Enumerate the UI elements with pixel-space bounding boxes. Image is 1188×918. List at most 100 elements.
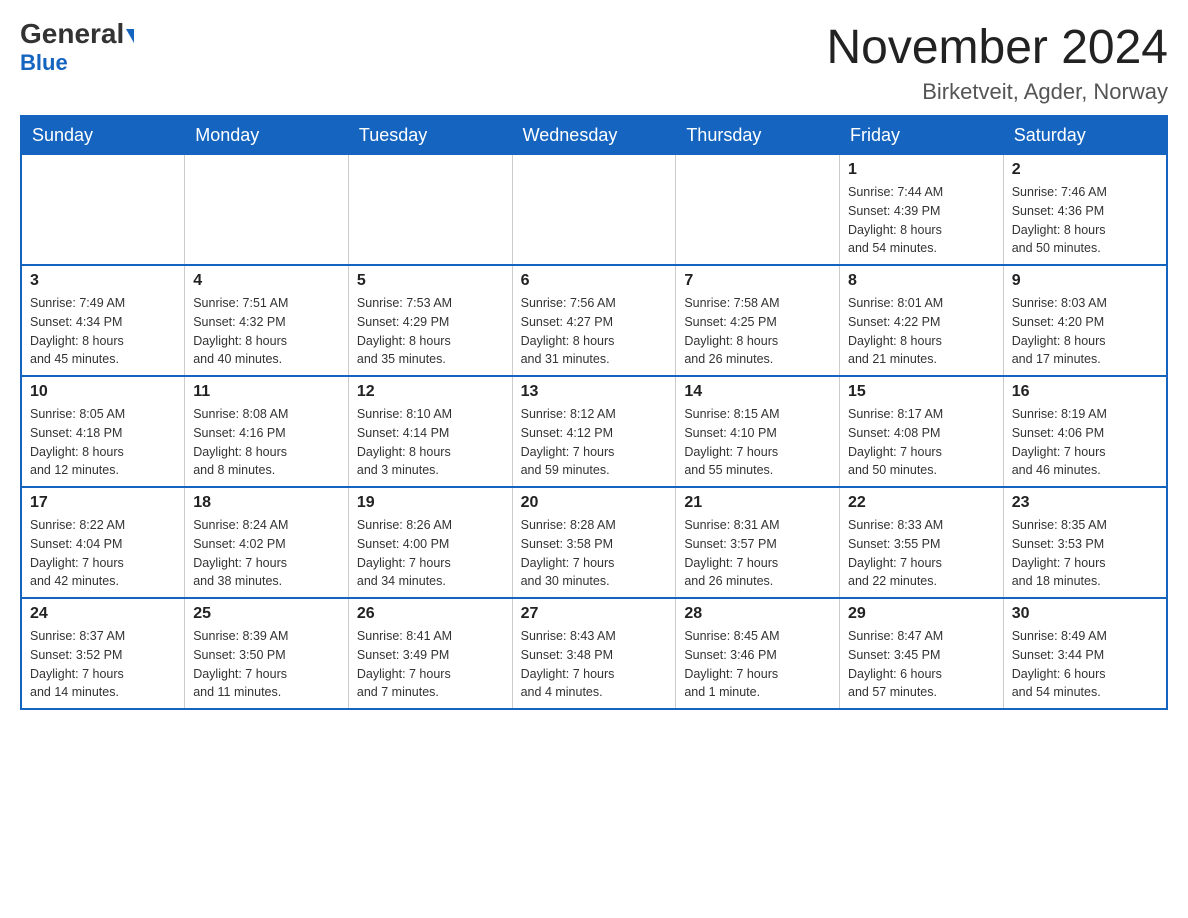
calendar-cell: 11 Sunrise: 8:08 AM Sunset: 4:16 PM Dayli… (185, 376, 349, 487)
day-number: 1 (848, 161, 995, 179)
day-info: Sunrise: 8:01 AM Sunset: 4:22 PM Dayligh… (848, 294, 995, 369)
calendar-cell: 28Sunrise: 8:45 AM Sunset: 3:46 PM Dayli… (676, 598, 840, 709)
day-info: Sunrise: 7:44 AM Sunset: 4:39 PM Dayligh… (848, 183, 995, 258)
day-number: 10 (30, 383, 176, 401)
day-info: Sunrise: 8:15 AM Sunset: 4:10 PM Dayligh… (684, 405, 831, 480)
day-info: Sunrise: 8:41 AM Sunset: 3:49 PM Dayligh… (357, 627, 504, 702)
logo-general: General (20, 20, 134, 48)
calendar-cell: 2 Sunrise: 7:46 AM Sunset: 4:36 PM Daylig… (1003, 155, 1167, 266)
day-number: 22 (848, 494, 995, 512)
day-info: Sunrise: 7:53 AM Sunset: 4:29 PM Dayligh… (357, 294, 504, 369)
calendar-cell: 24 Sunrise: 8:37 AM Sunset: 3:52 PM Dayli… (21, 598, 185, 709)
title-block: November 2024 Birketveit, Agder, Norway (826, 20, 1168, 105)
day-info: Sunrise: 8:39 AM Sunset: 3:50 PM Dayligh… (193, 627, 340, 702)
day-number: 4 (193, 272, 340, 290)
calendar-cell: 10 Sunrise: 8:05 AM Sunset: 4:18 PM Dayli… (21, 376, 185, 487)
calendar-cell: 7Sunrise: 7:58 AM Sunset: 4:25 PM Daylig… (676, 265, 840, 376)
day-number: 29 (848, 605, 995, 623)
logo: General Blue (20, 20, 134, 76)
day-info: Sunrise: 8:19 AM Sunset: 4:06 PM Dayligh… (1012, 405, 1158, 480)
day-number: 11 (193, 383, 340, 401)
calendar-cell (676, 155, 840, 266)
day-info: Sunrise: 8:17 AM Sunset: 4:08 PM Dayligh… (848, 405, 995, 480)
day-info: Sunrise: 8:24 AM Sunset: 4:02 PM Dayligh… (193, 516, 340, 591)
calendar-cell: 23Sunrise: 8:35 AM Sunset: 3:53 PM Dayli… (1003, 487, 1167, 598)
day-info: Sunrise: 8:35 AM Sunset: 3:53 PM Dayligh… (1012, 516, 1158, 591)
day-number: 13 (521, 383, 668, 401)
day-info: Sunrise: 8:31 AM Sunset: 3:57 PM Dayligh… (684, 516, 831, 591)
day-info: Sunrise: 8:08 AM Sunset: 4:16 PM Dayligh… (193, 405, 340, 480)
day-info: Sunrise: 8:43 AM Sunset: 3:48 PM Dayligh… (521, 627, 668, 702)
calendar-week-row: 10 Sunrise: 8:05 AM Sunset: 4:18 PM Dayli… (21, 376, 1167, 487)
calendar-cell: 8 Sunrise: 8:01 AM Sunset: 4:22 PM Daylig… (840, 265, 1004, 376)
day-info: Sunrise: 7:49 AM Sunset: 4:34 PM Dayligh… (30, 294, 176, 369)
calendar-cell (185, 155, 349, 266)
weekday-header-saturday: Saturday (1003, 116, 1167, 155)
day-number: 25 (193, 605, 340, 623)
calendar-cell (348, 155, 512, 266)
day-info: Sunrise: 7:56 AM Sunset: 4:27 PM Dayligh… (521, 294, 668, 369)
month-title: November 2024 (826, 20, 1168, 75)
day-number: 21 (684, 494, 831, 512)
day-number: 12 (357, 383, 504, 401)
calendar-cell: 3 Sunrise: 7:49 AM Sunset: 4:34 PM Daylig… (21, 265, 185, 376)
day-info: Sunrise: 8:03 AM Sunset: 4:20 PM Dayligh… (1012, 294, 1158, 369)
calendar-cell: 21 Sunrise: 8:31 AM Sunset: 3:57 PM Dayli… (676, 487, 840, 598)
calendar-cell: 27 Sunrise: 8:43 AM Sunset: 3:48 PM Dayli… (512, 598, 676, 709)
day-number: 19 (357, 494, 504, 512)
calendar-cell: 9 Sunrise: 8:03 AM Sunset: 4:20 PM Daylig… (1003, 265, 1167, 376)
day-number: 20 (521, 494, 668, 512)
day-info: Sunrise: 8:47 AM Sunset: 3:45 PM Dayligh… (848, 627, 995, 702)
calendar-cell: 15 Sunrise: 8:17 AM Sunset: 4:08 PM Dayli… (840, 376, 1004, 487)
weekday-header-wednesday: Wednesday (512, 116, 676, 155)
calendar-cell: 4Sunrise: 7:51 AM Sunset: 4:32 PM Daylig… (185, 265, 349, 376)
calendar-cell: 30 Sunrise: 8:49 AM Sunset: 3:44 PM Dayli… (1003, 598, 1167, 709)
day-info: Sunrise: 7:46 AM Sunset: 4:36 PM Dayligh… (1012, 183, 1158, 258)
day-number: 2 (1012, 161, 1158, 179)
day-info: Sunrise: 8:49 AM Sunset: 3:44 PM Dayligh… (1012, 627, 1158, 702)
day-number: 15 (848, 383, 995, 401)
day-info: Sunrise: 8:05 AM Sunset: 4:18 PM Dayligh… (30, 405, 176, 480)
calendar-cell: 18 Sunrise: 8:24 AM Sunset: 4:02 PM Dayli… (185, 487, 349, 598)
calendar-cell: 13 Sunrise: 8:12 AM Sunset: 4:12 PM Dayli… (512, 376, 676, 487)
weekday-header-row: SundayMondayTuesdayWednesdayThursdayFrid… (21, 116, 1167, 155)
calendar-cell: 6 Sunrise: 7:56 AM Sunset: 4:27 PM Daylig… (512, 265, 676, 376)
day-number: 14 (684, 383, 831, 401)
calendar-cell: 17Sunrise: 8:22 AM Sunset: 4:04 PM Dayli… (21, 487, 185, 598)
page-header: General Blue November 2024 Birketveit, A… (20, 20, 1168, 105)
day-info: Sunrise: 8:12 AM Sunset: 4:12 PM Dayligh… (521, 405, 668, 480)
calendar-cell: 1 Sunrise: 7:44 AM Sunset: 4:39 PM Daylig… (840, 155, 1004, 266)
day-number: 8 (848, 272, 995, 290)
weekday-header-tuesday: Tuesday (348, 116, 512, 155)
calendar-week-row: 17Sunrise: 8:22 AM Sunset: 4:04 PM Dayli… (21, 487, 1167, 598)
calendar-cell: 22Sunrise: 8:33 AM Sunset: 3:55 PM Dayli… (840, 487, 1004, 598)
day-info: Sunrise: 8:45 AM Sunset: 3:46 PM Dayligh… (684, 627, 831, 702)
day-info: Sunrise: 8:22 AM Sunset: 4:04 PM Dayligh… (30, 516, 176, 591)
weekday-header-thursday: Thursday (676, 116, 840, 155)
day-number: 3 (30, 272, 176, 290)
day-info: Sunrise: 7:58 AM Sunset: 4:25 PM Dayligh… (684, 294, 831, 369)
logo-triangle-icon (126, 29, 134, 43)
calendar-table: SundayMondayTuesdayWednesdayThursdayFrid… (20, 115, 1168, 710)
day-number: 30 (1012, 605, 1158, 623)
day-number: 9 (1012, 272, 1158, 290)
day-number: 18 (193, 494, 340, 512)
day-number: 16 (1012, 383, 1158, 401)
weekday-header-friday: Friday (840, 116, 1004, 155)
weekday-header-sunday: Sunday (21, 116, 185, 155)
day-number: 6 (521, 272, 668, 290)
day-number: 5 (357, 272, 504, 290)
calendar-cell (21, 155, 185, 266)
day-info: Sunrise: 8:26 AM Sunset: 4:00 PM Dayligh… (357, 516, 504, 591)
calendar-cell (512, 155, 676, 266)
calendar-cell: 16 Sunrise: 8:19 AM Sunset: 4:06 PM Dayli… (1003, 376, 1167, 487)
calendar-cell: 29 Sunrise: 8:47 AM Sunset: 3:45 PM Dayli… (840, 598, 1004, 709)
calendar-cell: 19 Sunrise: 8:26 AM Sunset: 4:00 PM Dayli… (348, 487, 512, 598)
calendar-cell: 26Sunrise: 8:41 AM Sunset: 3:49 PM Dayli… (348, 598, 512, 709)
calendar-cell: 25 Sunrise: 8:39 AM Sunset: 3:50 PM Dayli… (185, 598, 349, 709)
day-info: Sunrise: 8:37 AM Sunset: 3:52 PM Dayligh… (30, 627, 176, 702)
day-number: 27 (521, 605, 668, 623)
day-number: 24 (30, 605, 176, 623)
logo-blue: Blue (20, 50, 68, 76)
weekday-header-monday: Monday (185, 116, 349, 155)
